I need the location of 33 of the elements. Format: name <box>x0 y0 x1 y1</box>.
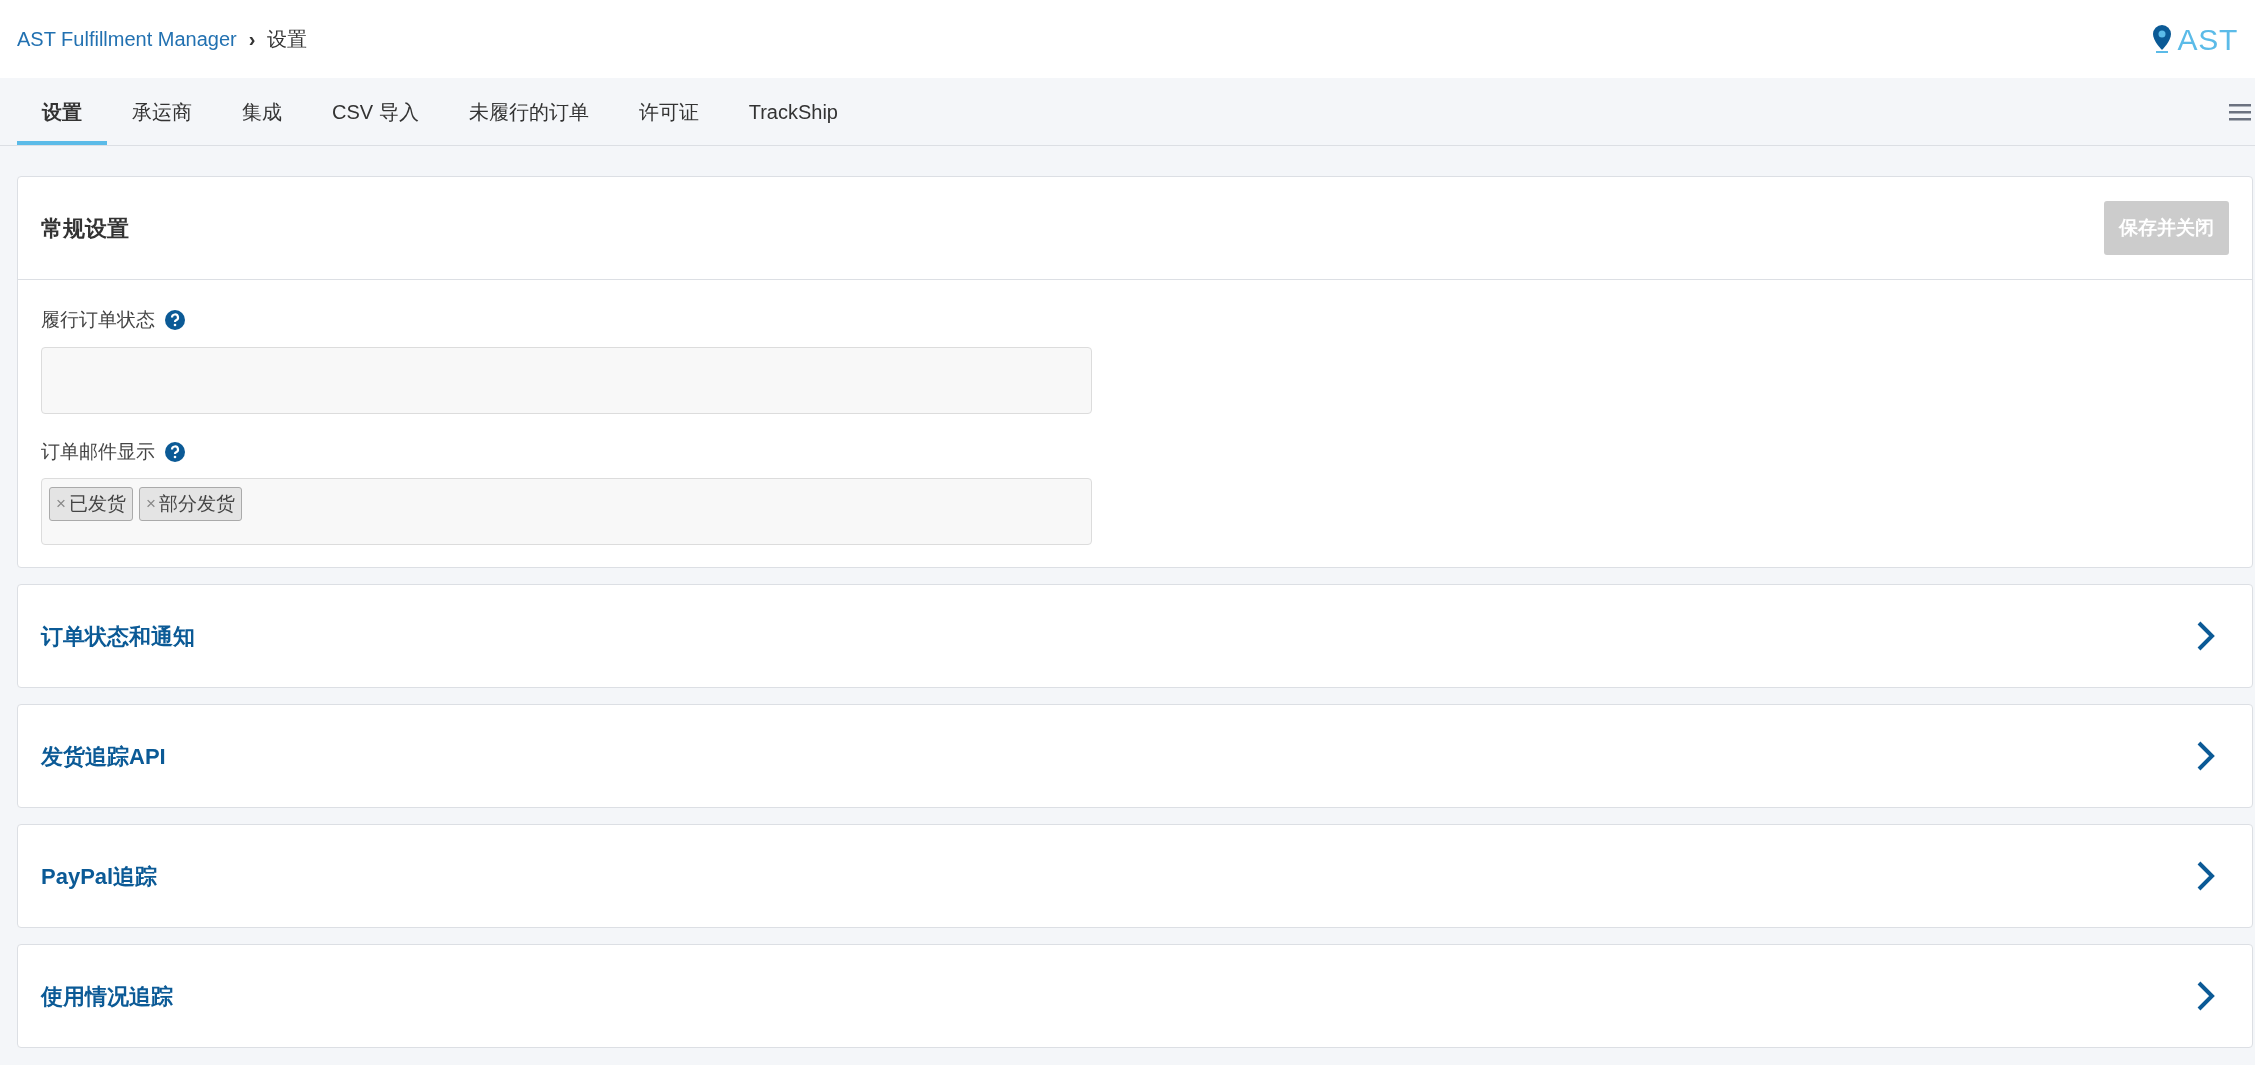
panel-title: 使用情况追踪 <box>41 982 173 1011</box>
breadcrumb-separator: › <box>248 27 256 52</box>
tab[interactable]: 设置 <box>17 78 107 145</box>
panel-title: 订单状态和通知 <box>41 622 195 651</box>
panel-title: 发货追踪API <box>41 742 166 771</box>
breadcrumb-link[interactable]: AST Fulfillment Manager <box>17 24 237 54</box>
logo-text: AST <box>2177 21 2238 58</box>
field-label: 履行订单状态 <box>41 308 155 332</box>
breadcrumb-current: 设置 <box>267 27 308 52</box>
chevron-right-icon <box>2196 860 2216 892</box>
map-pin-icon <box>2151 24 2174 54</box>
tag-label: 部分发货 <box>158 491 235 516</box>
chevron-right-icon <box>2196 740 2216 772</box>
chevron-right-icon <box>2196 980 2216 1012</box>
collapsible-panel[interactable]: 订单状态和通知 <box>17 584 2253 688</box>
tab[interactable]: 集成 <box>217 78 307 145</box>
tag-label: 已发货 <box>68 491 126 516</box>
collapsible-panel[interactable]: PayPal追踪 <box>17 824 2253 928</box>
tab[interactable]: CSV 导入 <box>307 78 444 145</box>
help-icon[interactable] <box>165 310 185 331</box>
collapsible-panel[interactable]: 发货追踪API <box>17 704 2253 808</box>
panel-title: PayPal追踪 <box>41 862 158 891</box>
collapsible-panel[interactable]: 使用情况追踪 <box>17 944 2253 1048</box>
multi-select-field[interactable] <box>41 346 1092 414</box>
tab[interactable]: 未履行的订单 <box>443 78 614 145</box>
card-title: 常规设置 <box>41 214 129 243</box>
tab[interactable]: TrackShip <box>723 78 863 145</box>
menu-icon[interactable] <box>2229 102 2251 121</box>
chevron-right-icon <box>2196 620 2216 652</box>
tab[interactable]: 承运商 <box>107 78 217 145</box>
tab[interactable]: 许可证 <box>613 78 724 145</box>
field-label: 订单邮件显示 <box>41 439 155 464</box>
help-icon[interactable] <box>165 441 185 462</box>
